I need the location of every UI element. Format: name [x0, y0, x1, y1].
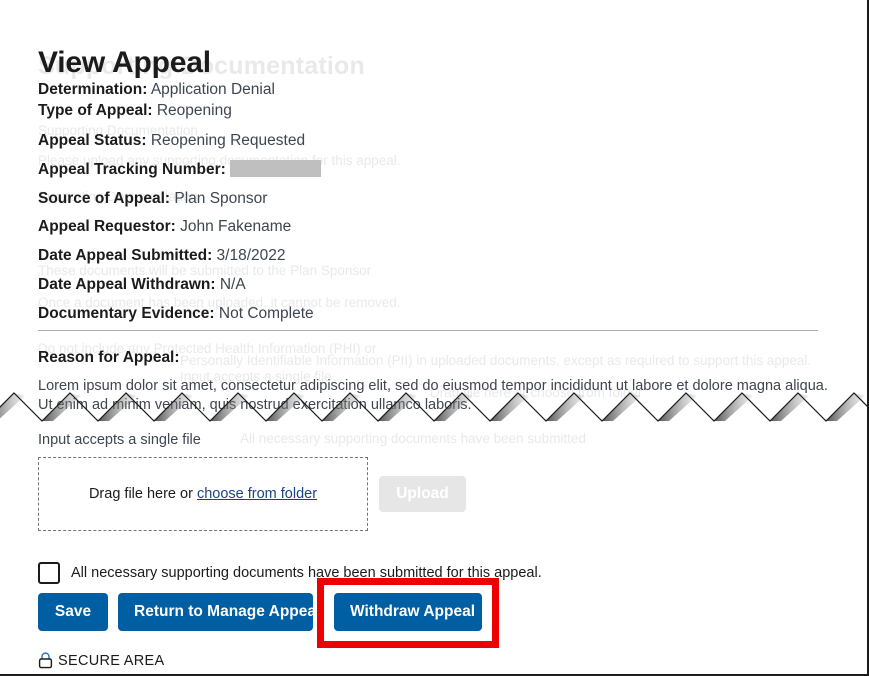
- detail-field-value: Not Complete: [215, 305, 314, 322]
- detail-field-label: Source of Appeal:: [38, 190, 170, 207]
- detail-field-label: Date Appeal Withdrawn:: [38, 276, 216, 293]
- detail-field: Determination: Application Denial: [38, 80, 275, 100]
- detail-field: Appeal Requestor: John Fakename: [38, 217, 291, 237]
- detail-field-value: John Fakename: [176, 218, 291, 235]
- detail-field-label: Appeal Tracking Number:: [38, 161, 226, 178]
- choose-from-folder-link[interactable]: choose from folder: [197, 486, 317, 502]
- detail-field-value: N/A: [216, 276, 246, 293]
- detail-field: Date Appeal Withdrawn: N/A: [38, 275, 246, 295]
- confirmation-checkbox[interactable]: [38, 562, 60, 584]
- detail-field-label: Documentary Evidence:: [38, 305, 215, 322]
- detail-field: Type of Appeal: Reopening: [38, 101, 232, 121]
- file-input-hint: Input accepts a single file: [38, 431, 201, 450]
- ghost-line: All necessary supporting documents have …: [240, 430, 586, 447]
- upload-button[interactable]: Upload: [379, 476, 466, 512]
- save-button[interactable]: Save: [38, 593, 108, 631]
- lock-icon: [38, 652, 53, 669]
- dropzone-text: Drag file here or choose from folder: [89, 486, 317, 502]
- section-divider: [38, 330, 818, 331]
- return-to-manage-appeals-button[interactable]: Return to Manage Appeals: [118, 593, 313, 631]
- file-dropzone[interactable]: Drag file here or choose from folder: [38, 457, 368, 531]
- detail-field-value: Plan Sponsor: [170, 190, 267, 207]
- detail-field: Appeal Status: Reopening Requested: [38, 131, 305, 151]
- detail-field-value: Reopening Requested: [147, 132, 306, 149]
- secure-area-footer: SECURE AREA: [38, 652, 164, 669]
- confirmation-checkbox-label: All necessary supporting documents have …: [71, 565, 542, 581]
- detail-field: Source of Appeal: Plan Sponsor: [38, 189, 267, 209]
- reason-for-appeal-text: Lorem ipsum dolor sit amet, consectetur …: [38, 377, 828, 415]
- detail-field: Appeal Tracking Number:: [38, 160, 321, 180]
- detail-field: Documentary Evidence: Not Complete: [38, 304, 314, 324]
- detail-field-label: Type of Appeal:: [38, 102, 153, 119]
- detail-field: Date Appeal Submitted: 3/18/2022: [38, 246, 286, 266]
- detail-field-value: Application Denial: [147, 81, 275, 98]
- detail-field-label: Appeal Requestor:: [38, 218, 176, 235]
- detail-field-label: Determination:: [38, 81, 147, 98]
- view-appeal-page: Supporting Documentation Supporting Docu…: [0, 0, 869, 676]
- reason-for-appeal-label: Reason for Appeal:: [38, 348, 180, 368]
- detail-field-label: Date Appeal Submitted:: [38, 247, 212, 264]
- page-title: View Appeal: [38, 44, 211, 82]
- secure-area-label: SECURE AREA: [58, 653, 164, 669]
- detail-field-value: Reopening: [153, 102, 232, 119]
- redacted-value: [230, 160, 321, 177]
- tear-shadow: [0, 393, 25, 421]
- ghost-line: Personally Identifiable Information (PII…: [180, 352, 811, 369]
- detail-field-value: 3/18/2022: [212, 247, 285, 264]
- withdraw-appeal-button[interactable]: Withdraw Appeal: [334, 593, 482, 631]
- tear-shadow: [826, 393, 865, 421]
- confirmation-checkbox-row[interactable]: All necessary supporting documents have …: [38, 562, 542, 584]
- dropzone-prefix: Drag file here or: [89, 486, 197, 502]
- detail-field-label: Appeal Status:: [38, 132, 147, 149]
